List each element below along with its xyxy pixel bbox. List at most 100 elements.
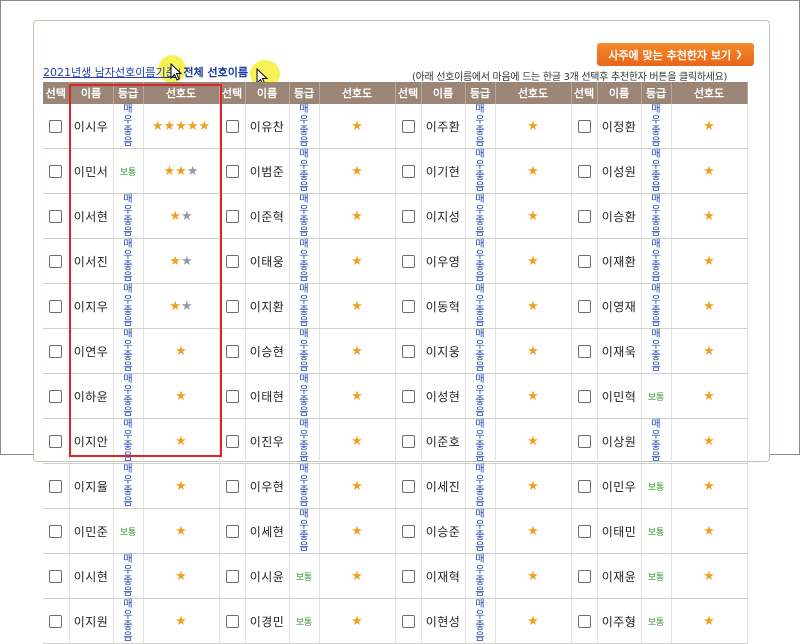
select-checkbox[interactable] [49,570,63,583]
grade-label: 매우좋음 [123,104,133,148]
recommend-hanja-button[interactable]: 사주에 맞는 추천한자 보기 ❯ [597,43,754,66]
select-cell [219,148,246,194]
select-checkbox[interactable] [225,435,239,448]
grade-label: 매우좋음 [123,599,133,643]
select-checkbox[interactable] [401,120,415,133]
select-checkbox[interactable] [49,120,63,133]
select-checkbox[interactable] [225,210,239,223]
preference-cell: ★ [671,463,748,509]
preference-cell: ★ [319,148,396,194]
name-cell: 이재혁 [421,553,466,599]
grade-label: 보통 [119,528,137,538]
select-checkbox[interactable] [577,210,591,223]
name-cell: 이지환 [245,283,290,329]
grade-label: 매우좋음 [299,194,309,238]
select-cell [395,418,422,464]
star-icon: ★ [703,434,715,449]
select-checkbox[interactable] [49,255,63,268]
preference-cell: ★ [495,328,572,374]
select-checkbox[interactable] [577,525,591,538]
select-checkbox[interactable] [577,165,591,178]
select-checkbox[interactable] [401,570,415,583]
select-checkbox[interactable] [577,390,591,403]
star-icon: ★ [703,254,715,269]
select-checkbox[interactable] [225,525,239,538]
select-checkbox[interactable] [401,345,415,358]
select-cell [571,193,598,239]
select-cell [219,104,246,149]
select-checkbox[interactable] [49,390,63,403]
grade-label: 매우좋음 [651,149,661,193]
chevron-right-icon: ❯ [735,49,743,60]
select-checkbox[interactable] [401,525,415,538]
name-cell: 이서현 [69,193,114,239]
select-checkbox[interactable] [49,165,63,178]
grade-cell: 매우좋음 [113,283,144,329]
link-all-names[interactable]: 전체 선호이름 [183,66,248,79]
select-checkbox[interactable] [401,165,415,178]
select-checkbox[interactable] [225,345,239,358]
header-name: 이름 [597,82,642,104]
grade-cell: 보통 [641,373,672,419]
select-checkbox[interactable] [577,615,591,628]
select-checkbox[interactable] [577,255,591,268]
select-checkbox[interactable] [577,300,591,313]
name-cell: 이지웅 [421,328,466,374]
select-checkbox[interactable] [225,390,239,403]
name-cell: 이민서 [69,148,114,194]
select-checkbox[interactable] [577,480,591,493]
select-checkbox[interactable] [225,480,239,493]
grade-cell: 매우좋음 [289,283,320,329]
name-preference-table: 선택 이름 등급 선호도 선택 이름 등급 선호도 선택 이름 등급 선호도 선택 이름 등급 선호도 이시우… [43,82,748,644]
select-checkbox[interactable] [577,120,591,133]
select-checkbox[interactable] [401,615,415,628]
grade-cell: 매우좋음 [465,463,496,509]
preference-cell: ★ [319,238,396,284]
grade-label: 매우좋음 [299,419,309,463]
name-cell: 이지안 [69,418,114,464]
select-checkbox[interactable] [401,210,415,223]
select-checkbox[interactable] [49,210,63,223]
grade-cell: 매우좋음 [289,463,320,509]
select-checkbox[interactable] [225,120,239,133]
preference-cell: ★ [671,373,748,419]
select-checkbox[interactable] [401,480,415,493]
grade-label: 매우좋음 [299,239,309,283]
name-cell: 이우영 [421,238,466,284]
preference-cell: ★★★ [143,148,220,194]
select-checkbox[interactable] [401,435,415,448]
select-checkbox[interactable] [401,300,415,313]
select-checkbox[interactable] [49,615,63,628]
select-checkbox[interactable] [49,525,63,538]
select-checkbox[interactable] [401,390,415,403]
select-checkbox[interactable] [225,255,239,268]
preference-cell: ★ [319,328,396,374]
header-select: 선택 [395,82,422,104]
name-cell: 이주형 [597,598,642,644]
star-icon: ★ [351,434,363,449]
select-checkbox[interactable] [49,345,63,358]
select-checkbox[interactable] [225,165,239,178]
select-checkbox[interactable] [225,570,239,583]
grade-label: 보통 [295,573,313,583]
select-checkbox[interactable] [49,435,63,448]
link-2021-male-names[interactable]: 2021년생 남자선호이름기준 [43,66,176,79]
grade-label: 매우좋음 [651,284,661,328]
preference-cell: ★ [495,418,572,464]
select-checkbox[interactable] [577,345,591,358]
select-cell [43,104,70,149]
select-checkbox[interactable] [225,300,239,313]
select-checkbox[interactable] [401,255,415,268]
select-checkbox[interactable] [577,570,591,583]
select-checkbox[interactable] [49,300,63,313]
grade-label: 보통 [647,393,665,403]
grade-cell: 매우좋음 [113,598,144,644]
grade-label: 매우좋음 [475,194,485,238]
grade-cell: 매우좋음 [113,463,144,509]
select-checkbox[interactable] [49,480,63,493]
name-cell: 이성원 [597,148,642,194]
grade-cell: 매우좋음 [465,328,496,374]
preference-cell: ★ [495,148,572,194]
select-checkbox[interactable] [577,435,591,448]
select-checkbox[interactable] [225,615,239,628]
